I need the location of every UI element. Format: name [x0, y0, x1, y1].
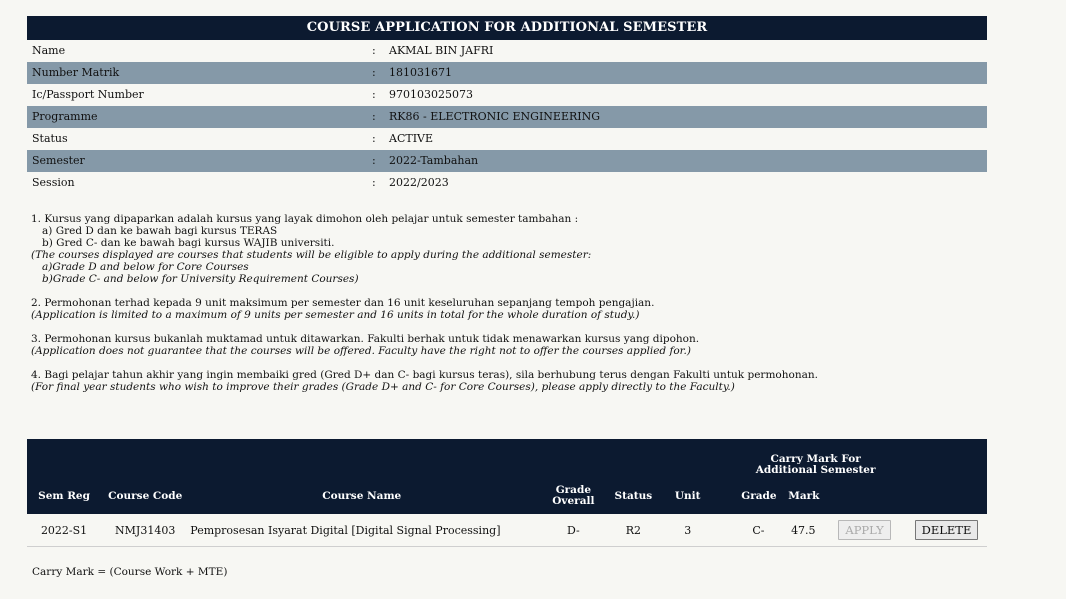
- note-text-en: (The courses displayed are courses that …: [31, 249, 592, 261]
- cell-mark: 47.5: [776, 514, 824, 547]
- info-colon: :: [372, 110, 376, 123]
- info-label: Name: [32, 44, 66, 57]
- info-label: Number Matrik: [32, 66, 120, 79]
- cell-unit: 3: [654, 514, 722, 547]
- info-colon: :: [372, 44, 376, 57]
- info-value: RK86 - ELECTRONIC ENGINEERING: [389, 110, 601, 123]
- info-colon: :: [372, 132, 376, 145]
- note-text-en: (Application does not guarantee that the…: [31, 345, 691, 357]
- carry-mark-group-header: Carry Mark For Additional Semester: [755, 453, 876, 476]
- col-header-status: Status: [614, 489, 653, 502]
- cell-status: R2: [612, 514, 655, 547]
- info-value: ACTIVE: [389, 132, 434, 145]
- cell-sem-reg: 2022-S1: [27, 514, 102, 547]
- page-title: COURSE APPLICATION FOR ADDITIONAL SEMEST…: [27, 16, 987, 40]
- info-label: Status: [32, 132, 68, 145]
- note-text: a) Gred D dan ke bawah bagi kursus TERAS: [42, 225, 278, 237]
- info-colon: :: [372, 88, 376, 101]
- info-label: Programme: [32, 110, 98, 123]
- cell-course-code: NMJ31403: [101, 514, 190, 547]
- info-row-semester: Semester : 2022-Tambahan: [27, 150, 987, 172]
- col-header-grade: Grade: [741, 489, 777, 502]
- info-colon: :: [372, 176, 376, 189]
- col-header-course-name: Course Name: [322, 489, 402, 502]
- info-value: 2022-Tambahan: [389, 154, 479, 167]
- col-header-sem-reg: Sem Reg: [38, 489, 90, 502]
- note-text: 2. Permohonan terhad kepada 9 unit maksi…: [31, 297, 655, 309]
- info-colon: :: [372, 154, 376, 167]
- col-header-grade-overall: Grade Overall: [552, 484, 595, 507]
- info-row-name: Name : AKMAL BIN JAFRI: [27, 40, 987, 62]
- note-text-en: (For final year students who wish to imp…: [31, 381, 735, 393]
- col-header-unit: Unit: [674, 489, 701, 502]
- col-header-mark: Mark: [788, 489, 820, 502]
- course-table: Carry Mark For Additional Semester Sem R…: [27, 439, 987, 547]
- cell-grade-overall: D-: [534, 514, 613, 547]
- info-value: 181031671: [389, 66, 452, 79]
- note-text: 3. Permohonan kursus bukanlah muktamad u…: [31, 333, 700, 345]
- info-value: 970103025073: [389, 88, 473, 101]
- info-label: Ic/Passport Number: [32, 88, 144, 101]
- note-text: 1. Kursus yang dipaparkan adalah kursus …: [31, 213, 579, 225]
- application-notes: 1. Kursus yang dipaparkan adalah kursus …: [31, 213, 991, 393]
- note-text-en: (Application is limited to a maximum of …: [31, 309, 640, 321]
- info-row-ic: Ic/Passport Number : 970103025073: [27, 84, 987, 106]
- table-row: 2022-S1 NMJ31403 Pemprosesan Isyarat Dig…: [27, 514, 987, 547]
- note-text: b) Gred C- dan ke bawah bagi kursus WAJI…: [42, 237, 335, 249]
- info-label: Semester: [32, 154, 85, 167]
- cell-course-name: Pemprosesan Isyarat Digital [Digital Sig…: [189, 514, 535, 547]
- note-text-en: a)Grade D and below for Core Courses: [42, 261, 249, 273]
- info-value: AKMAL BIN JAFRI: [389, 44, 494, 57]
- info-row-programme: Programme : RK86 - ELECTRONIC ENGINEERIN…: [27, 106, 987, 128]
- carry-mark-footnote: Carry Mark = (Course Work + MTE): [32, 566, 228, 578]
- student-info-panel: COURSE APPLICATION FOR ADDITIONAL SEMEST…: [27, 16, 987, 194]
- cell-grade: C-: [721, 514, 777, 547]
- info-row-session: Session : 2022/2023: [27, 172, 987, 194]
- info-row-matric: Number Matrik : 181031671: [27, 62, 987, 84]
- info-label: Session: [32, 176, 75, 189]
- apply-button[interactable]: APPLY: [838, 520, 891, 540]
- info-value: 2022/2023: [389, 176, 449, 189]
- info-colon: :: [372, 66, 376, 79]
- note-text: 4. Bagi pelajar tahun akhir yang ingin m…: [31, 369, 818, 381]
- col-header-course-code: Course Code: [108, 489, 183, 502]
- info-row-status: Status : ACTIVE: [27, 128, 987, 150]
- note-text-en: b)Grade C- and below for University Requ…: [42, 273, 359, 285]
- delete-button[interactable]: DELETE: [914, 520, 979, 540]
